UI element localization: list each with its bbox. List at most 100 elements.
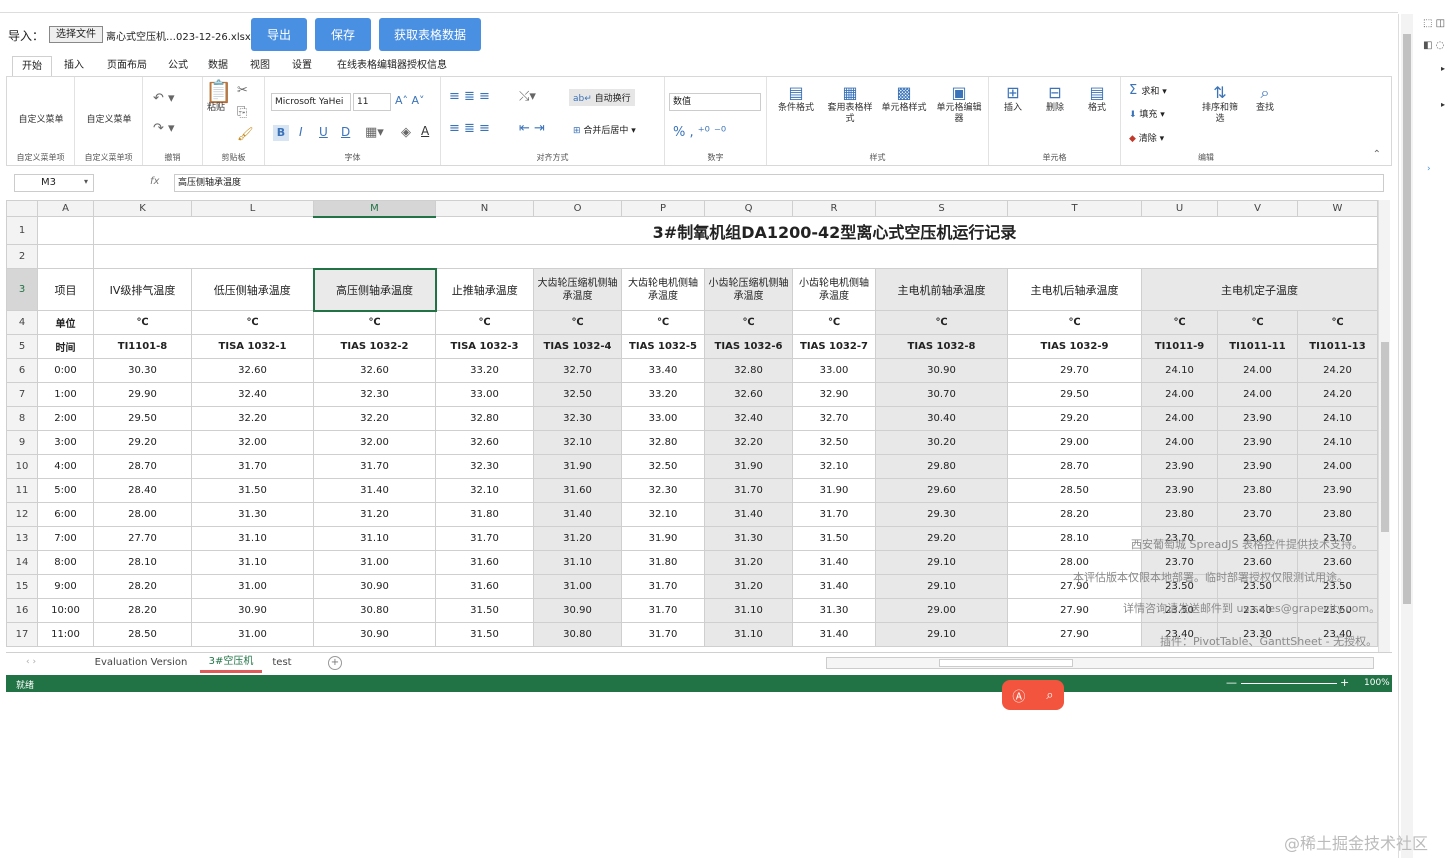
data-cell[interactable]: 32.00 [191,430,314,455]
data-cell[interactable]: 2:00 [37,406,94,431]
data-cell[interactable]: 32.50 [621,454,705,479]
tag-cell[interactable]: TISA 1032-1 [191,334,314,359]
data-cell[interactable]: 31.10 [533,550,622,575]
data-cell[interactable]: 27.90 [1007,622,1142,647]
data-cell[interactable]: 31.10 [191,526,314,551]
tab-page-layout[interactable]: 页面布局 [102,56,152,76]
data-cell[interactable]: 23.80 [1141,502,1218,527]
data-cell[interactable]: 29.50 [1007,382,1142,407]
custom-menu-button-1[interactable]: 自定义菜单 [15,115,67,126]
tag-cell[interactable]: TIAS 1032-4 [533,334,622,359]
outer-scroll-thumb[interactable] [1403,34,1411,604]
data-cell[interactable]: 31.50 [435,598,534,623]
data-cell[interactable]: 29.60 [875,478,1008,503]
row-header[interactable]: 6 [6,358,38,383]
column-header[interactable]: P [621,200,705,217]
custom-menu-button-2[interactable]: 自定义菜单 [83,115,135,126]
tag-cell[interactable]: TIAS 1032-9 [1007,334,1142,359]
data-cell[interactable]: 29.30 [875,502,1008,527]
data-cell[interactable]: 32.20 [191,406,314,431]
data-cell[interactable]: 31.80 [621,550,705,575]
column-header[interactable]: U [1141,200,1218,217]
tag-cell[interactable]: TIAS 1032-7 [792,334,876,359]
data-cell[interactable]: 32.10 [621,502,705,527]
tag-cell[interactable]: TI1101-8 [93,334,192,359]
data-cell[interactable]: 31.30 [191,502,314,527]
data-cell[interactable]: 30.30 [93,358,192,383]
column-header[interactable]: Q [704,200,793,217]
data-cell[interactable]: 30.20 [875,430,1008,455]
column-header[interactable]: V [1217,200,1298,217]
data-cell[interactable]: 24.10 [1141,358,1218,383]
font-family-select[interactable]: Microsoft YaHei [271,93,351,111]
data-cell[interactable]: 31.70 [313,454,436,479]
data-cell[interactable]: 27.70 [93,526,192,551]
scroll-thumb[interactable] [1381,342,1389,532]
data-cell[interactable]: 31.00 [533,574,622,599]
outer-scrollbar[interactable] [1401,14,1413,858]
data-cell[interactable]: 23.90 [1217,430,1298,455]
tag-cell[interactable]: TIAS 1032-5 [621,334,705,359]
data-cell[interactable]: 28.10 [1007,526,1142,551]
column-header[interactable]: W [1297,200,1378,217]
sheet-title[interactable]: 3#制氧机组DA1200-42型离心式空压机运行记录 [93,216,1378,245]
tab-nav-arrows-icon[interactable]: ‹ › [26,657,36,667]
data-cell[interactable]: 32.30 [313,382,436,407]
data-cell[interactable]: 24.20 [1297,358,1378,383]
ai-assistant-widget[interactable]: Ⓐ ⌕ [1002,680,1064,710]
align-left-icon[interactable]: ≡ ≣ ≡ [449,121,490,136]
data-cell[interactable]: 28.40 [93,478,192,503]
tab-view[interactable]: 视图 [246,56,274,76]
header-cell[interactable]: 低压侧轴承温度 [191,268,314,311]
unit-cell[interactable]: ℃ [875,310,1008,335]
undo-icon[interactable]: ↶ ▾ [153,91,175,106]
data-cell[interactable]: 31.90 [704,454,793,479]
italic-icon[interactable]: I [299,125,303,139]
choose-file-button[interactable]: 选择文件 [49,26,103,43]
cell-style-button[interactable]: ▩ 单元格样式 [879,83,929,114]
data-cell[interactable]: 31.20 [704,574,793,599]
tag-cell[interactable]: TI1011-9 [1141,334,1218,359]
data-cell[interactable]: 24.20 [1297,382,1378,407]
data-cell[interactable]: 31.70 [621,598,705,623]
header-cell[interactable]: 大齿轮压缩机侧轴承温度 [533,268,622,311]
header-cell[interactable]: 主电机后轴承温度 [1007,268,1142,311]
cell-editor-button[interactable]: ▣ 单元格编辑器 [933,83,985,125]
cut-icon[interactable]: ✂ [237,83,248,98]
panel-icon[interactable]: ⬚ ◫ [1423,18,1445,29]
data-cell[interactable]: 32.60 [313,358,436,383]
data-cell[interactable]: 32.70 [792,406,876,431]
data-cell[interactable]: 30.90 [533,598,622,623]
tab-formula[interactable]: 公式 [164,56,192,76]
get-table-data-button[interactable]: 获取表格数据 [379,18,481,51]
data-cell[interactable]: 31.60 [435,574,534,599]
data-cell[interactable]: 32.80 [704,358,793,383]
data-cell[interactable]: 28.00 [93,502,192,527]
data-cell[interactable]: 30.80 [533,622,622,647]
row-header[interactable]: 14 [6,550,38,575]
data-cell[interactable]: 32.50 [533,382,622,407]
data-cell[interactable]: 32.20 [704,430,793,455]
data-cell[interactable]: 31.70 [191,454,314,479]
row-header[interactable]: 1 [6,216,38,245]
column-header[interactable]: L [191,200,314,217]
sheet-tab[interactable]: Evaluation Version [88,653,194,673]
unit-cell[interactable]: ℃ [704,310,793,335]
font-size-select[interactable]: 11 [353,93,391,111]
header-cell-selected[interactable]: 高压侧轴承温度 [312,267,437,312]
copy-icon[interactable]: ⎘ [237,105,247,120]
name-box[interactable]: M3 [14,174,94,192]
data-cell[interactable]: 23.90 [1141,478,1218,503]
data-cell[interactable]: 3:00 [37,430,94,455]
data-cell[interactable]: 4:00 [37,454,94,479]
data-cell[interactable]: 32.10 [435,478,534,503]
format-painter-icon[interactable]: 🖌 [237,127,254,142]
data-cell[interactable]: 23.80 [1217,478,1298,503]
tab-insert[interactable]: 插入 [58,56,90,76]
data-cell[interactable]: 33.20 [621,382,705,407]
data-cell[interactable]: 32.40 [191,382,314,407]
unit-cell[interactable]: ℃ [1141,310,1218,335]
data-cell[interactable]: 23.70 [1217,502,1298,527]
collapse-ribbon-icon[interactable]: ⌃ [1373,149,1381,160]
autosum-button[interactable]: Σ 求和 ▾ [1129,83,1167,98]
